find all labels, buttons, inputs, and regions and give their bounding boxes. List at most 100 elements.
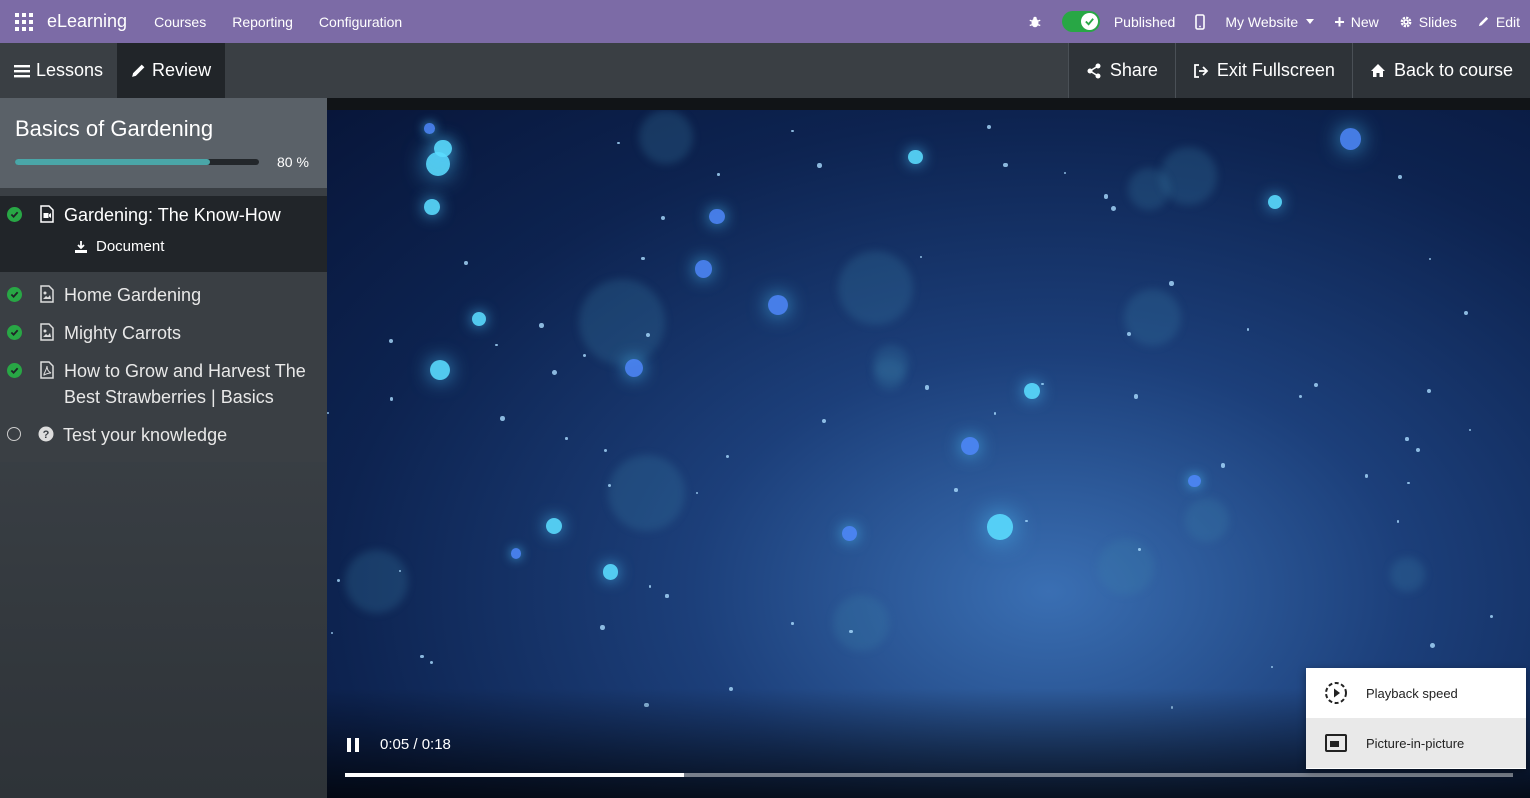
top-navbar: eLearning Courses Reporting Configuratio… [0,0,1530,43]
menu-reporting[interactable]: Reporting [232,14,293,30]
video-particle [920,255,923,258]
video-time: 0:05 / 0:18 [380,736,451,753]
debug-button[interactable] [1028,15,1042,29]
video-particle [1299,395,1303,399]
video-bokeh [578,278,665,365]
lesson-item-gardening-know-how[interactable]: Gardening: The Know-How Document [0,196,327,272]
publish-switch[interactable] [1061,11,1100,32]
video-particle [539,323,544,328]
lesson-item-home-gardening[interactable]: Home Gardening [0,276,327,314]
slides-button[interactable]: Slides [1399,14,1457,30]
video-particle [330,631,334,635]
video-particle [841,525,857,541]
video-particle [908,149,923,165]
fullscreen-header: Lessons Review Share Exit Fullscreen Bac… [0,43,1530,98]
website-label: My Website [1225,13,1299,30]
image-icon [40,323,54,341]
home-icon [1370,64,1385,77]
share-button[interactable]: Share [1067,43,1175,98]
lesson-title: Home Gardening [64,285,202,305]
menu-item-picture-in-picture[interactable]: Picture-in-picture [1306,718,1526,768]
video-particle [552,369,557,375]
check-circle-icon [7,325,22,340]
menu-configuration[interactable]: Configuration [319,14,402,30]
video-particle [821,418,827,424]
app-name[interactable]: eLearning [47,11,127,32]
video-particle [717,173,720,176]
menu-courses[interactable]: Courses [154,14,206,30]
download-document-link[interactable]: Document [74,234,327,260]
video-bokeh [1185,498,1229,542]
video-particle [641,256,645,261]
lesson-item-strawberries[interactable]: How to Grow and Harvest The Best Strawbe… [0,352,327,416]
video-particle [1003,162,1009,168]
new-button[interactable]: + New [1334,11,1379,32]
video-particle [1270,665,1274,669]
video-particle [791,622,794,625]
video-bokeh [1097,538,1154,595]
bug-icon [1029,16,1041,27]
course-progress-text: 80 % [277,154,309,170]
tab-lessons[interactable]: Lessons [0,43,117,98]
video-particle [645,332,650,337]
video-bokeh [838,250,913,326]
tab-review[interactable]: Review [117,43,226,98]
slides-label: Slides [1418,13,1457,30]
video-bokeh [1389,557,1425,593]
lessons-sidebar: Basics of Gardening 80 % Gardening: The … [0,98,327,798]
share-label: Share [1109,60,1158,80]
lesson-item-test-knowledge[interactable]: ? Test your knowledge [0,416,327,462]
video-player[interactable]: 0:05 / 0:18 Playback speed Picture-in-pi… [327,98,1530,798]
published-label: Published [1113,13,1176,30]
download-label: Document [96,238,165,255]
video-particle [1468,428,1471,432]
mobile-preview-button[interactable] [1195,13,1206,30]
video-bokeh [1127,167,1170,210]
video-particle [817,163,822,168]
video-particle [694,260,713,279]
exit-fullscreen-button[interactable]: Exit Fullscreen [1174,43,1352,98]
video-particle [1103,194,1109,199]
video-particle [726,454,730,458]
video-particle [1138,548,1141,551]
apps-menu-icon[interactable] [15,12,35,32]
new-label: New [1350,13,1379,30]
plus-icon: + [1334,11,1345,32]
video-particle [1220,463,1226,468]
question-icon: ? [38,426,54,442]
document-video-icon [40,205,54,223]
video-particle [1365,474,1369,478]
website-switcher[interactable]: My Website [1225,13,1315,30]
playback-speed-label: Playback speed [1366,685,1458,701]
lesson-title: Gardening: The Know-How [64,205,281,225]
lesson-item-mighty-carrots[interactable]: Mighty Carrots [0,314,327,352]
video-particle [1314,382,1318,387]
course-title: Basics of Gardening [15,116,214,141]
video-particle [849,629,853,634]
video-progress-track[interactable] [345,773,1513,777]
video-particle [429,660,433,665]
video-particle [960,437,979,456]
published-toggle[interactable]: Published [1061,11,1176,32]
video-particle [424,199,440,215]
back-to-course-button[interactable]: Back to course [1351,43,1530,98]
video-particle [500,416,505,421]
menu-item-playback-speed[interactable]: Playback speed [1306,668,1526,718]
video-particle [1429,257,1432,261]
video-particle [389,396,394,401]
video-particle [1024,519,1028,523]
video-particle [1111,205,1116,211]
course-progress-bar [15,159,259,165]
check-circle-icon [7,287,22,302]
video-particle [648,585,652,588]
video-particle [583,354,587,358]
video-particle [600,624,606,630]
video-particle [1024,383,1040,400]
video-particle [993,412,997,415]
edit-button[interactable]: Edit [1477,14,1520,30]
share-icon [1087,63,1101,78]
video-particle [1398,175,1402,179]
pause-icon[interactable] [347,738,359,752]
video-particle [510,548,522,559]
lesson-list: Gardening: The Know-How Document Home Ga… [0,188,327,462]
